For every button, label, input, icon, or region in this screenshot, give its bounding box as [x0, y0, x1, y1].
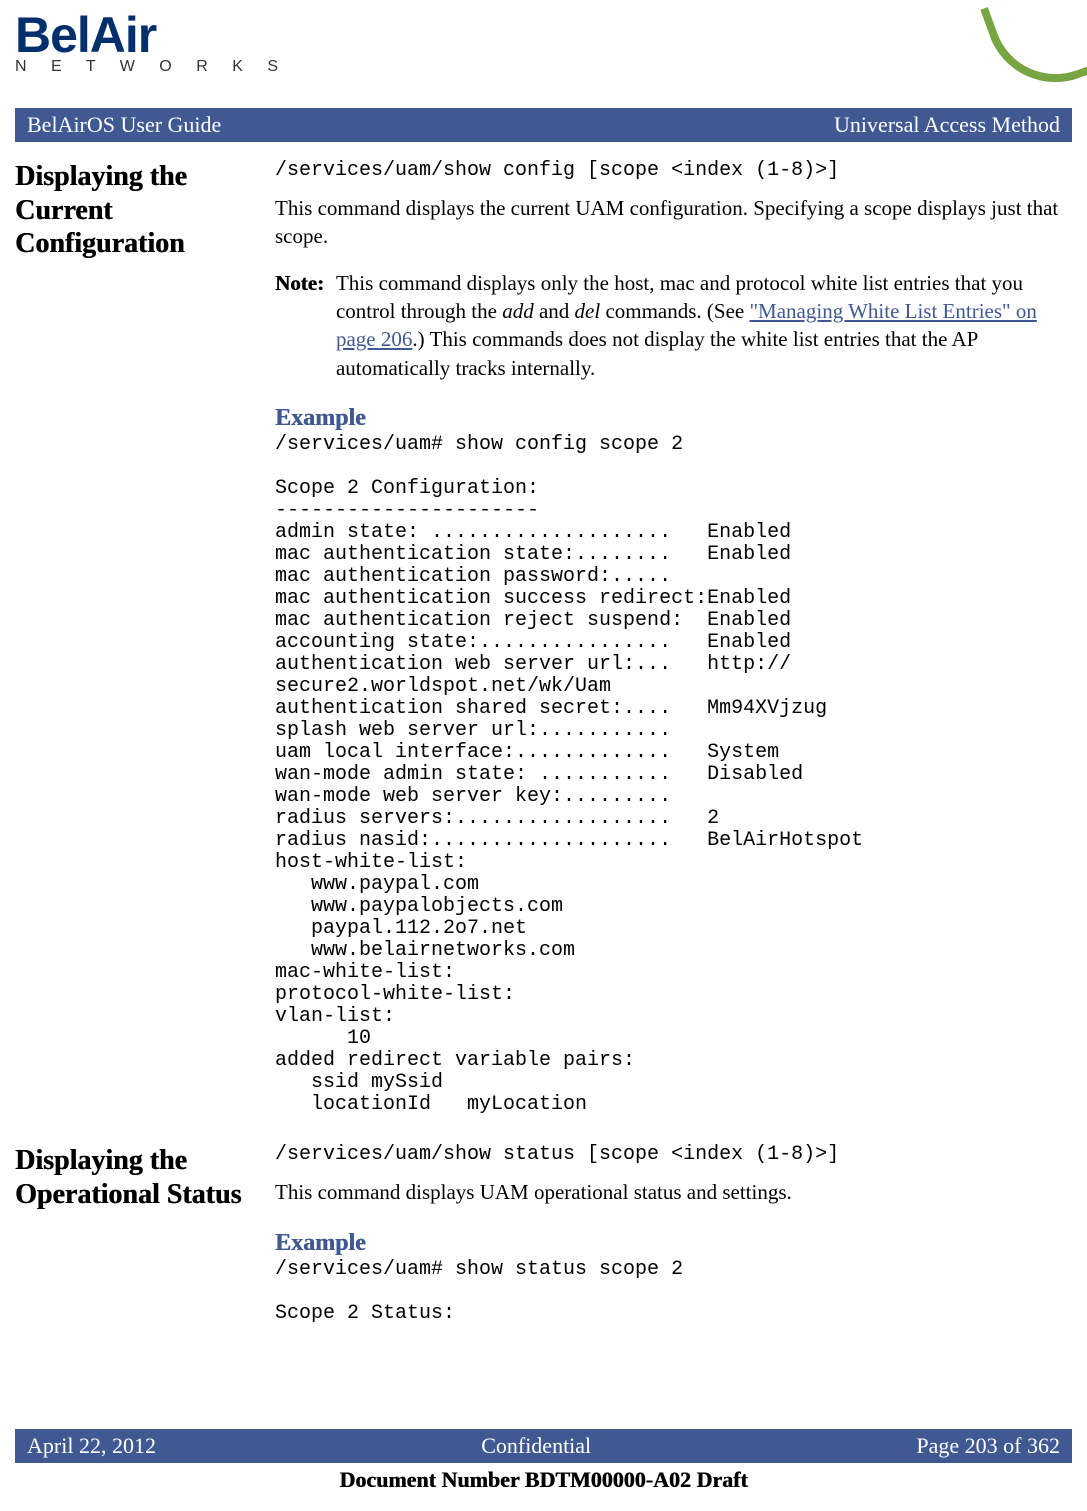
footer-page: Page 203 of 362: [916, 1433, 1060, 1459]
footer-date: April 22, 2012: [27, 1433, 156, 1459]
brand-sub: N E T W O R K S: [15, 58, 288, 76]
note-body: This command displays only the host, mac…: [336, 269, 1072, 382]
del-command: del: [575, 299, 601, 323]
title-bar: BelAirOS User Guide Universal Access Met…: [15, 108, 1072, 142]
guide-title: BelAirOS User Guide: [27, 112, 221, 138]
example-heading: Example: [275, 1227, 1072, 1259]
footer-bar: April 22, 2012 Confidential Page 203 of …: [15, 1429, 1072, 1463]
add-command: add: [502, 299, 534, 323]
corner-swoosh-icon: [980, 0, 1087, 102]
section-title: Universal Access Method: [834, 112, 1060, 138]
command-description: This command displays the current UAM co…: [275, 194, 1072, 251]
document-number: Document Number BDTM00000-A02 Draft: [0, 1467, 1087, 1493]
section-heading: Displaying the Operational Status: [15, 1144, 245, 1325]
command-syntax: /services/uam/show config [scope <index …: [275, 160, 1072, 182]
command-description: This command displays UAM operational st…: [275, 1178, 1072, 1206]
brand-logo: BelAir N E T W O R K S: [15, 10, 288, 76]
section-heading: Displaying the Current Configuration: [15, 160, 245, 1116]
command-syntax: /services/uam/show status [scope <index …: [275, 1144, 1072, 1166]
footer-confidential: Confidential: [481, 1433, 591, 1459]
example-output: /services/uam# show config scope 2 Scope…: [275, 434, 1072, 1116]
example-output: /services/uam# show status scope 2 Scope…: [275, 1259, 1072, 1325]
example-heading: Example: [275, 402, 1072, 434]
brand-name: BelAir: [15, 10, 288, 60]
note-block: Note: This command displays only the hos…: [275, 269, 1072, 382]
note-label: Note:: [275, 269, 324, 382]
